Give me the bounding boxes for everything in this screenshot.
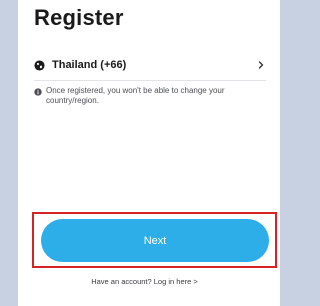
next-button[interactable]: Next <box>41 219 269 262</box>
country-label: Thailand (+66) <box>52 59 127 71</box>
globe-icon <box>34 59 45 71</box>
divider <box>34 80 266 81</box>
login-link[interactable]: Have an account? Log in here > <box>0 277 289 286</box>
info-icon <box>34 88 42 96</box>
register-screen: Register Thailand (+66) Once registered,… <box>0 0 289 306</box>
country-selector[interactable]: Thailand (+66) <box>34 54 266 76</box>
country-notice: Once registered, you won't be able to ch… <box>34 86 268 106</box>
chevron-right-icon <box>258 61 264 69</box>
notice-text: Once registered, you won't be able to ch… <box>46 86 225 105</box>
page-title: Register <box>34 5 124 30</box>
